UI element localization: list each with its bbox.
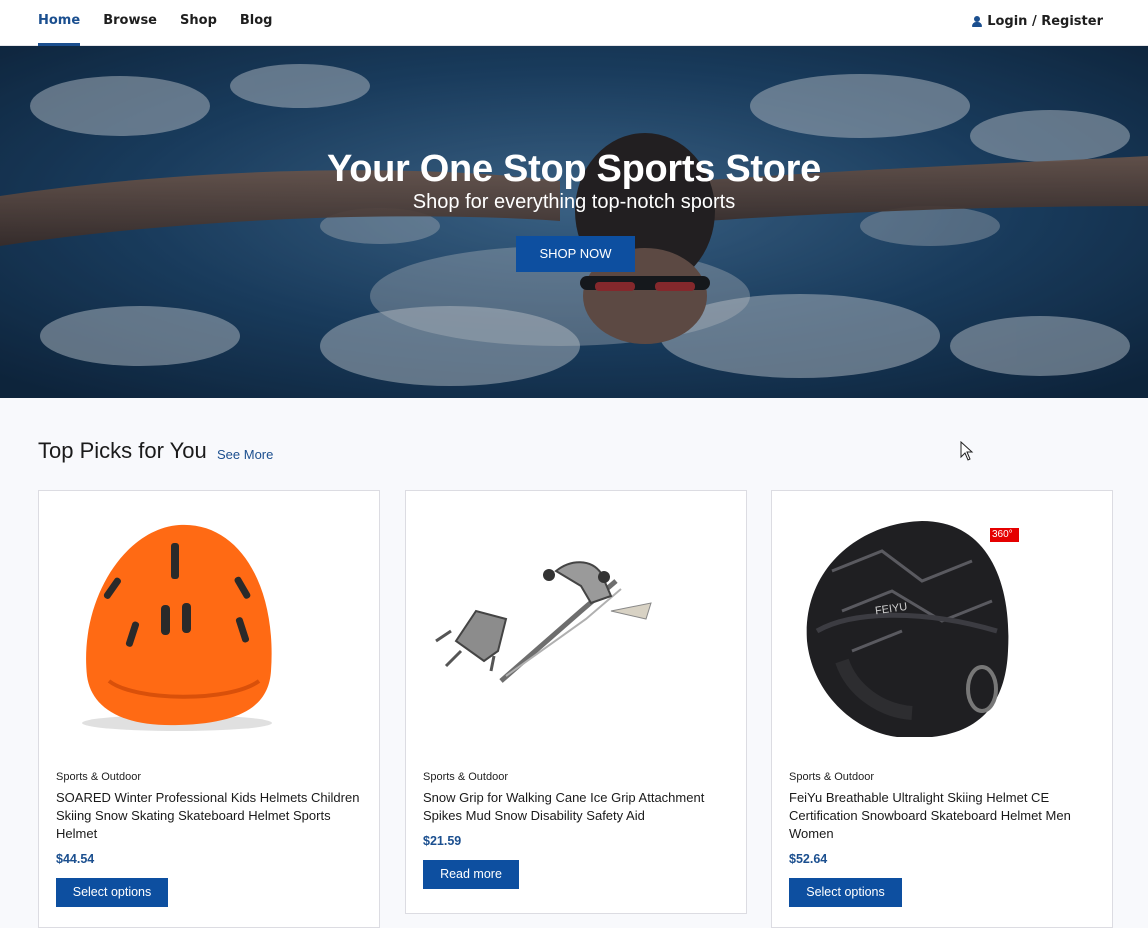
product-title[interactable]: Snow Grip for Walking Cane Ice Grip Atta… [423,789,733,825]
login-register-label: Login / Register [987,13,1103,29]
top-navbar: Home Browse Shop Blog Login / Register [0,0,1148,46]
login-register-link[interactable]: Login / Register [972,0,1103,42]
product-price: $21.59 [423,834,462,848]
select-options-button[interactable]: Select options [789,878,902,907]
360-view-badge[interactable]: 360° [990,528,1019,542]
hero-banner: Your One Stop Sports Store Shop for ever… [0,46,1148,398]
select-options-button[interactable]: Select options [56,878,168,907]
hero-overlay [0,46,1148,398]
user-icon [972,15,983,27]
product-card[interactable]: FEIYU 360° Sports & Outdoor FeiYu Breath… [771,490,1113,928]
product-category: Sports & Outdoor [56,771,141,783]
product-category: Sports & Outdoor [789,771,874,783]
product-price: $52.64 [789,852,828,866]
nav-link-shop[interactable]: Shop [180,0,217,46]
product-title[interactable]: FeiYu Breathable Ultralight Skiing Helme… [789,789,1099,843]
nav-link-browse[interactable]: Browse [103,0,157,46]
product-card[interactable]: Sports & Outdoor Snow Grip for Walking C… [405,490,747,914]
product-category: Sports & Outdoor [423,771,508,783]
product-image-snow-grip[interactable] [406,491,746,761]
nav-links: Home Browse Shop Blog [38,0,295,46]
hero-subtitle: Shop for everything top-notch sports [412,191,736,213]
hero-title: Your One Stop Sports Store [327,148,821,190]
nav-link-blog[interactable]: Blog [240,0,273,46]
read-more-button[interactable]: Read more [423,860,519,889]
product-card[interactable]: Sports & Outdoor SOARED Winter Professio… [38,490,380,928]
product-image-black-helmet[interactable]: FEIYU [772,491,1112,761]
product-price: $44.54 [56,852,95,866]
product-title[interactable]: SOARED Winter Professional Kids Helmets … [56,789,366,843]
shop-now-button[interactable]: SHOP NOW [516,236,635,272]
product-image-orange-helmet[interactable] [39,491,379,761]
mouse-cursor-icon [960,441,974,461]
nav-link-home[interactable]: Home [38,0,81,46]
section-title: Top Picks for You [38,438,207,463]
see-more-link[interactable]: See More [217,447,273,462]
